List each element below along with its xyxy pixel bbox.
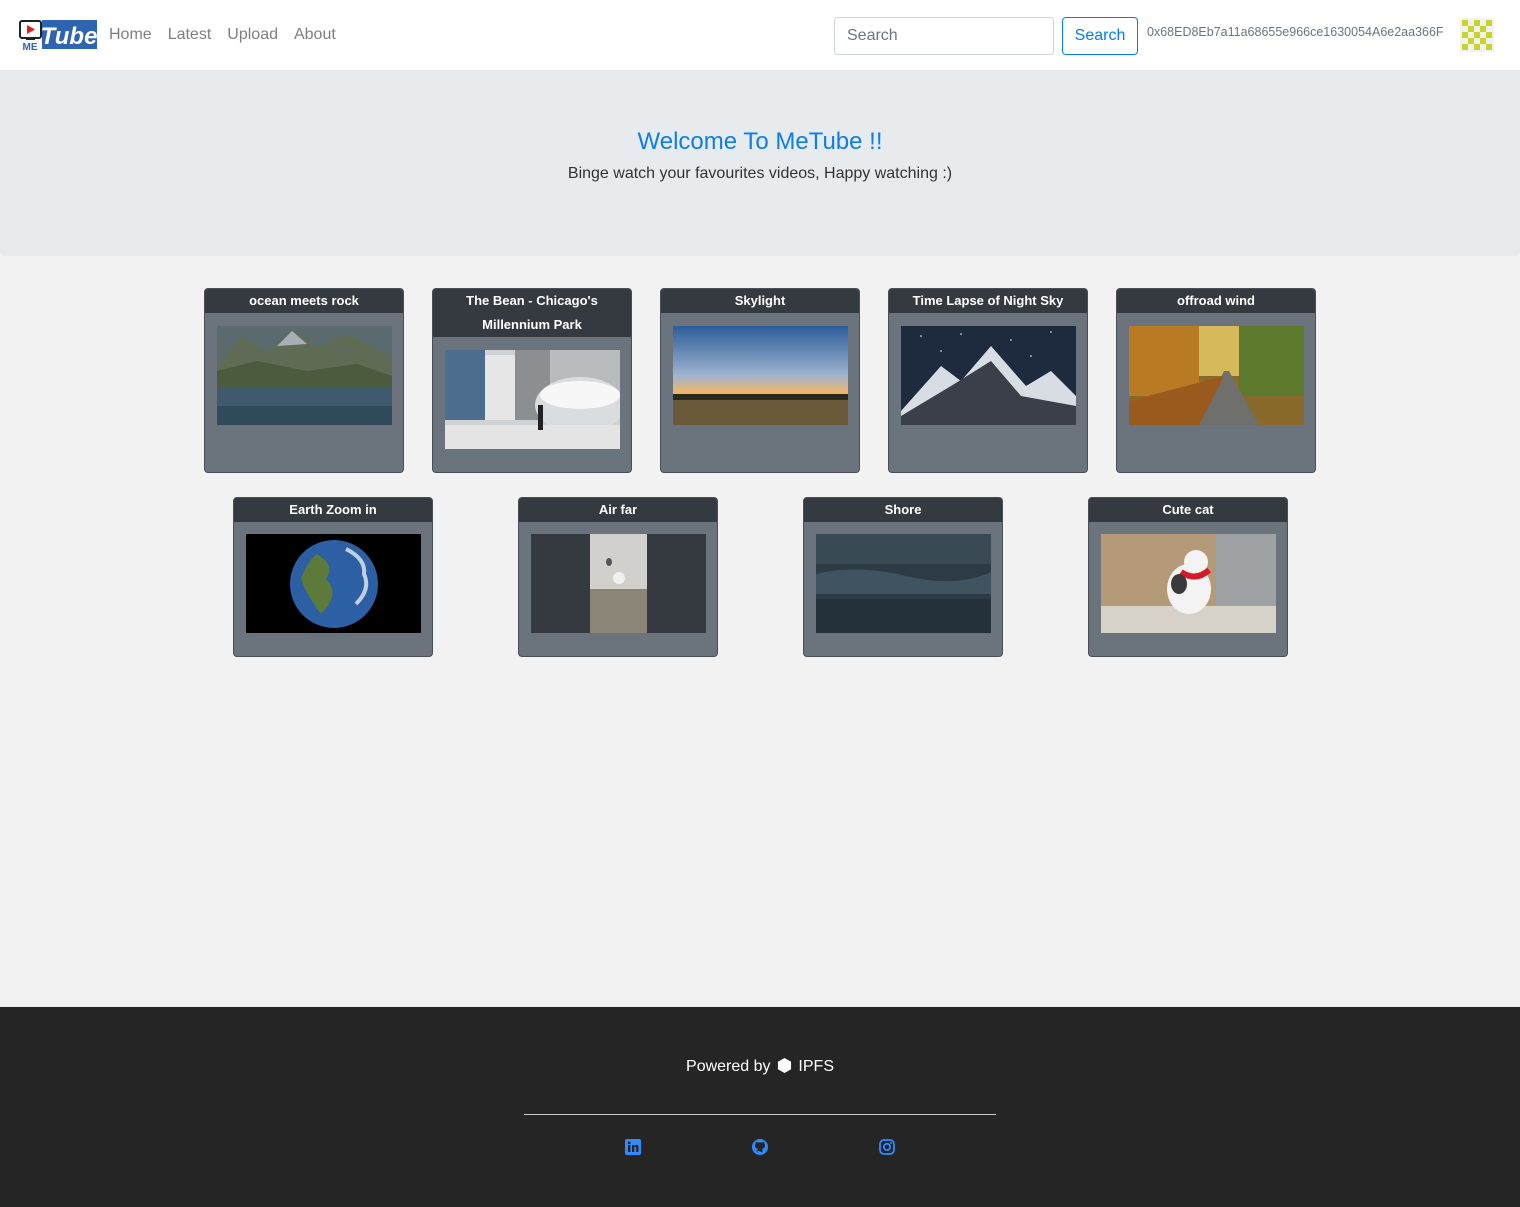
hot-air-balloon-image[interactable] xyxy=(531,534,706,633)
nav-home[interactable]: Home xyxy=(109,25,152,45)
video-title: Shore xyxy=(804,498,1002,522)
ipfs-icon xyxy=(777,1058,792,1073)
ipfs-label[interactable]: IPFS xyxy=(798,1058,834,1075)
video-title: Air far xyxy=(519,498,717,522)
video-title: Cute cat xyxy=(1089,498,1287,522)
mountain-lake-image[interactable] xyxy=(217,326,392,425)
powered-by-label: Powered by xyxy=(686,1058,771,1075)
search-button[interactable]: Search xyxy=(1062,17,1138,55)
night-sky-mountain-image[interactable] xyxy=(901,326,1076,425)
nav-latest[interactable]: Latest xyxy=(168,25,212,45)
nav-upload[interactable]: Upload xyxy=(227,25,278,45)
video-title: Time Lapse of Night Sky xyxy=(889,289,1087,313)
footer-divider xyxy=(524,1114,996,1115)
footer: Powered by IPFS xyxy=(0,1007,1520,1207)
account-identicon xyxy=(1460,18,1494,52)
navbar: Tube ME Home Latest Upload About Search … xyxy=(0,0,1520,71)
video-card[interactable]: Skylight xyxy=(660,288,860,473)
welcome-banner: Welcome To MeTube !! Binge watch your fa… xyxy=(0,71,1520,256)
video-card[interactable]: Cute cat xyxy=(1088,497,1288,657)
nav-links: Home Latest Upload About xyxy=(109,25,352,45)
autumn-road-image[interactable] xyxy=(1129,326,1304,425)
nav-about[interactable]: About xyxy=(294,25,336,45)
video-card[interactable]: Earth Zoom in xyxy=(233,497,433,657)
video-card[interactable]: Shore xyxy=(803,497,1003,657)
video-title: Skylight xyxy=(661,289,859,313)
welcome-title: Welcome To MeTube !! xyxy=(637,128,883,155)
powered-by: Powered by IPFS xyxy=(0,1058,1520,1076)
shore-waves-image[interactable] xyxy=(816,534,991,633)
metube-logo[interactable]: Tube ME xyxy=(18,19,98,51)
video-card[interactable]: Time Lapse of Night Sky xyxy=(888,288,1088,473)
search-input[interactable] xyxy=(834,17,1054,55)
video-title: offroad wind xyxy=(1117,289,1315,313)
welcome-subtitle: Binge watch your favourites videos, Happ… xyxy=(567,165,953,182)
svg-text:Tube: Tube xyxy=(41,23,98,50)
video-title: ocean meets rock xyxy=(205,289,403,313)
github-icon[interactable] xyxy=(751,1138,769,1156)
video-card[interactable]: ocean meets rock xyxy=(204,288,404,473)
account-address: 0x68ED8Eb7a11a68655e966ce1630054A6e2aa36… xyxy=(1147,25,1444,39)
video-card[interactable]: The Bean - Chicago's Millennium Park xyxy=(432,288,632,473)
video-card[interactable]: Air far xyxy=(518,497,718,657)
instagram-icon[interactable] xyxy=(878,1138,896,1156)
cat-image[interactable] xyxy=(1101,534,1276,633)
video-card[interactable]: offroad wind xyxy=(1116,288,1316,473)
video-title: Earth Zoom in xyxy=(234,498,432,522)
earth-image[interactable] xyxy=(246,534,421,633)
svg-text:ME: ME xyxy=(23,42,38,51)
sunset-sky-image[interactable] xyxy=(673,326,848,425)
linkedin-icon[interactable] xyxy=(624,1138,642,1156)
chicago-bean-image[interactable] xyxy=(445,350,620,449)
video-title: The Bean - Chicago's Millennium Park xyxy=(433,289,631,337)
